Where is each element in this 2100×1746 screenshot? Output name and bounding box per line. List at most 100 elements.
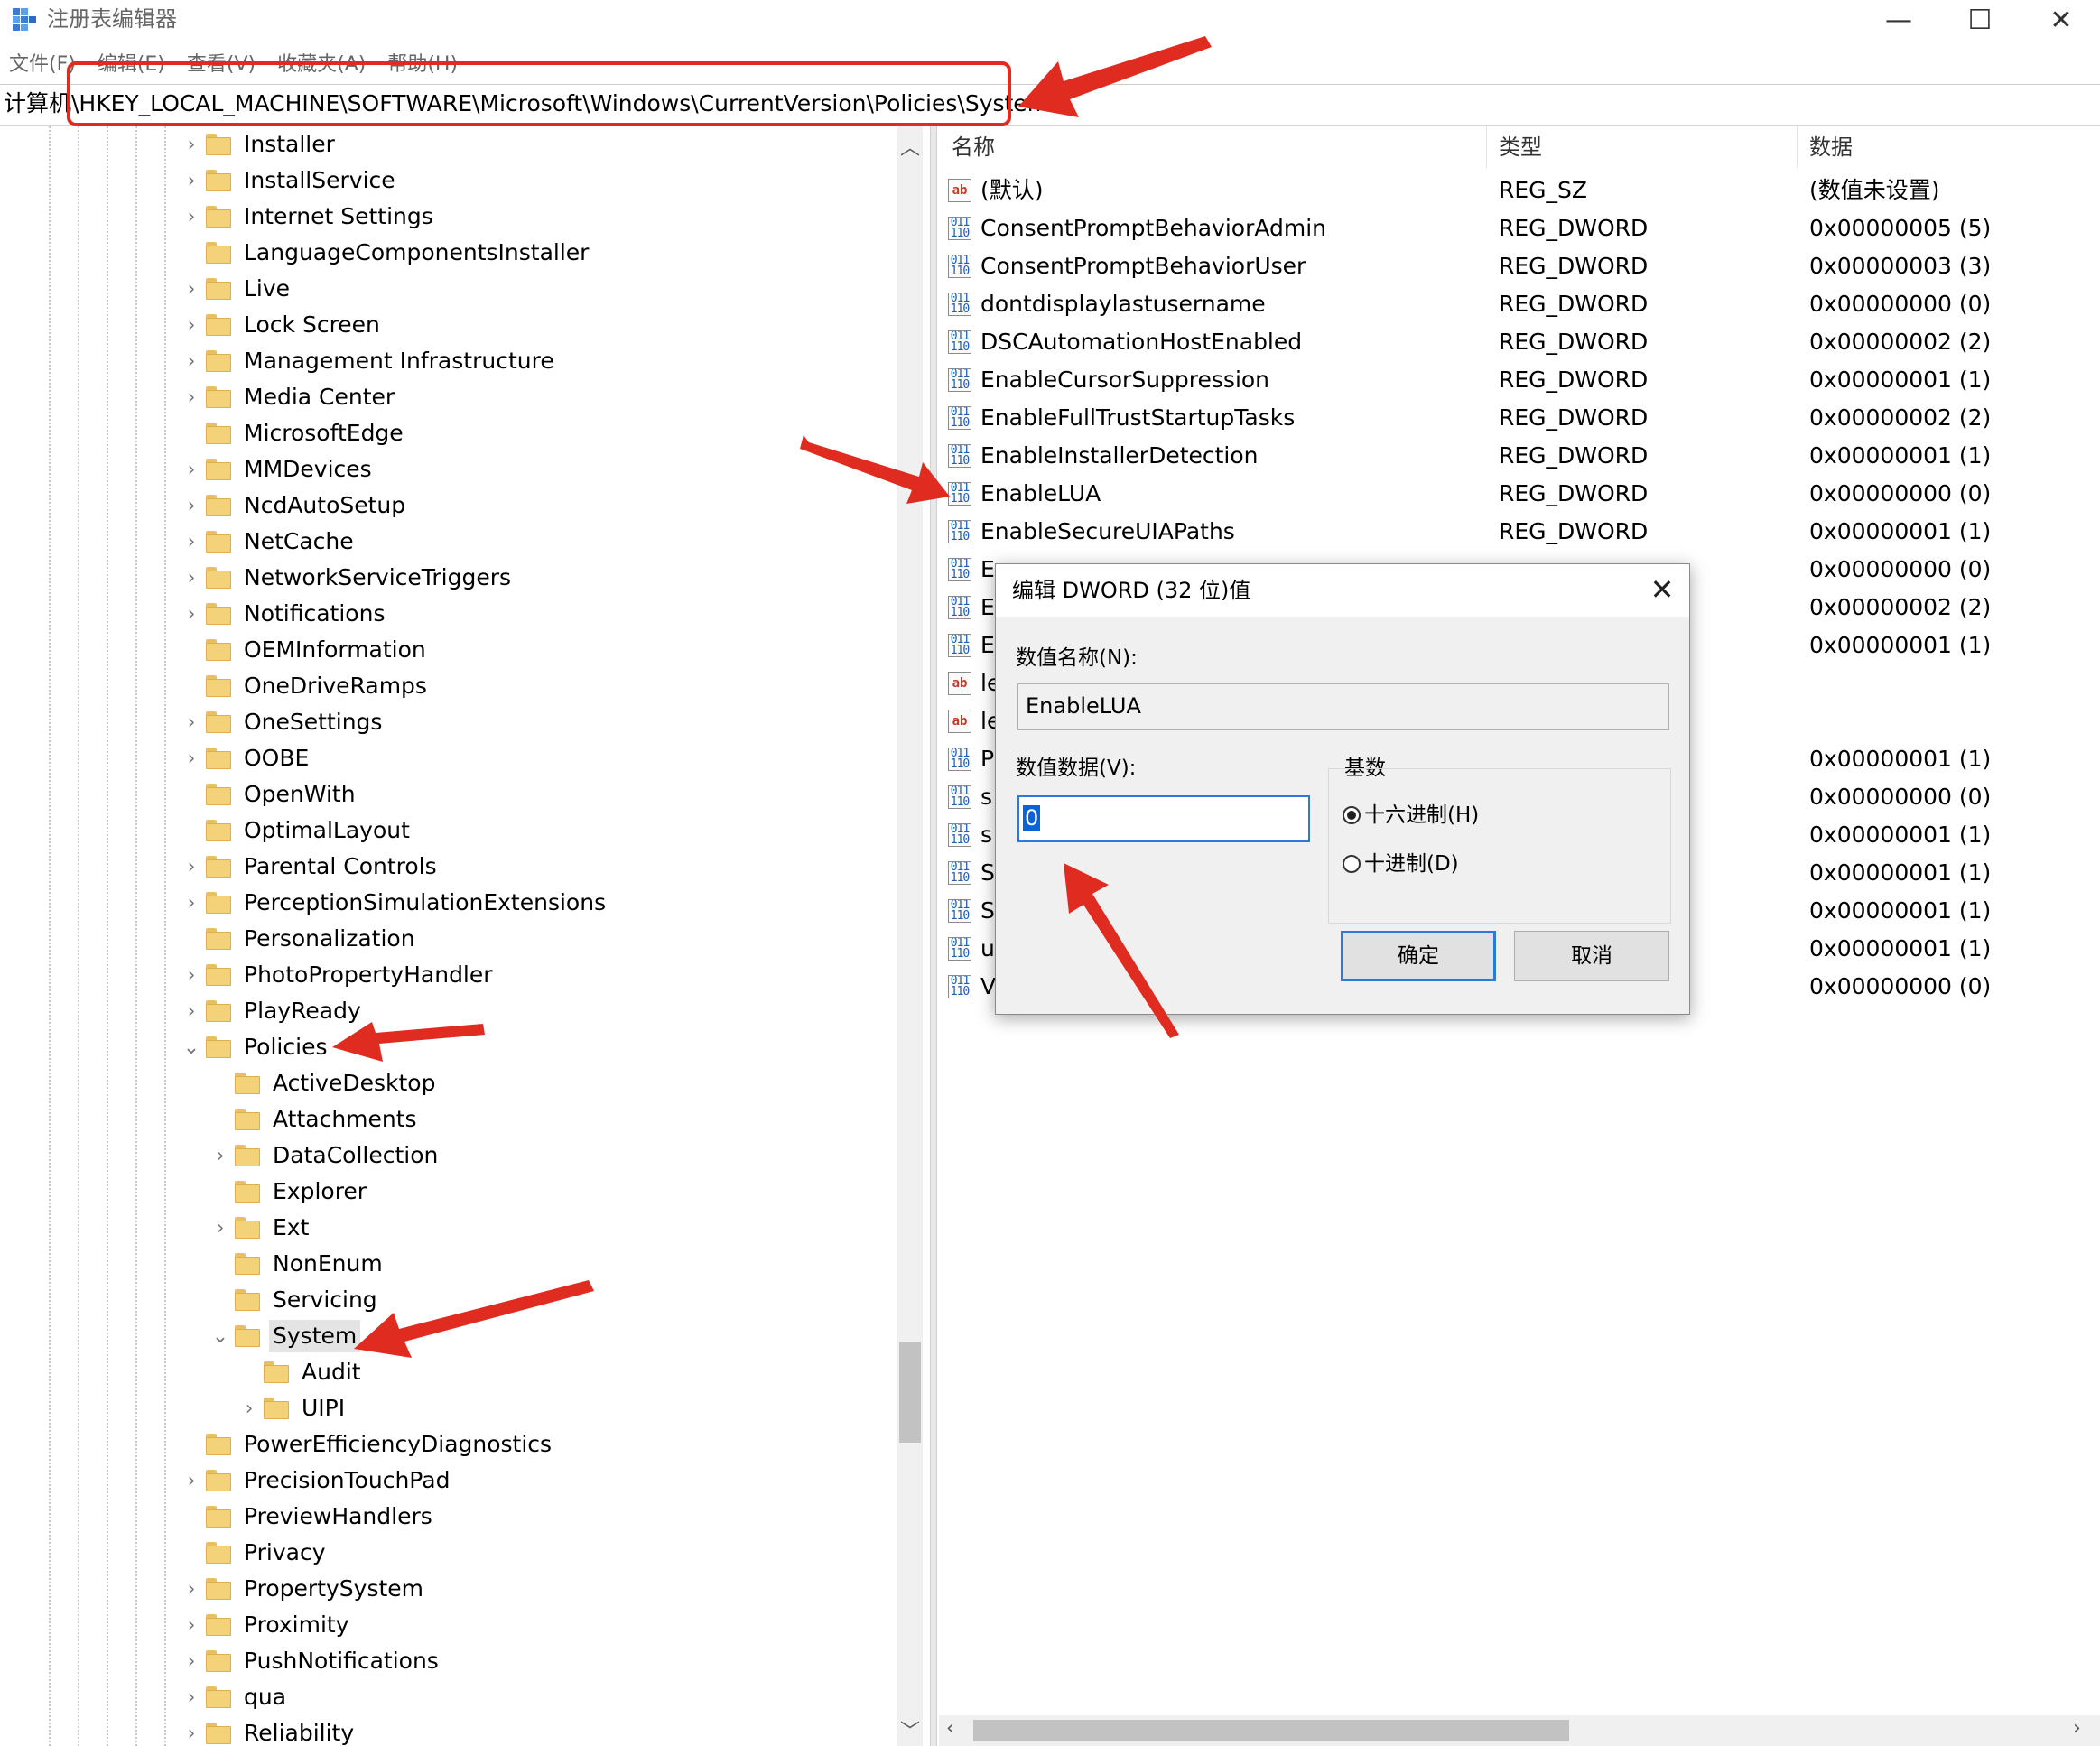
tree-item-label[interactable]: PerceptionSimulationExtensions (240, 887, 609, 919)
value-name[interactable]: S (980, 892, 995, 930)
value-row[interactable]: 011 110 EnableSecureUIAPaths REG_DWORD 0x00… (939, 513, 2100, 551)
tree-item[interactable]: › PrecisionTouchPad (181, 1463, 453, 1499)
radio-hex-label[interactable]: 十六进制(H) (1364, 801, 1479, 830)
tree-item[interactable]: Attachments (209, 1101, 421, 1138)
value-row[interactable]: 011 110 DSCAutomationHostEnabled REG_DWORD… (939, 323, 2100, 361)
tree-item-label[interactable]: Lock Screen (240, 309, 384, 341)
tree-vertical-scrollbar[interactable]: ︿ ﹀ (897, 126, 923, 1746)
radio-hex[interactable]: 十六进制(H) (1343, 801, 1479, 830)
tree-item-label[interactable]: Reliability (240, 1717, 358, 1746)
tree-item-label[interactable]: NcdAutoSetup (240, 489, 409, 522)
value-name[interactable]: E (980, 551, 995, 589)
tree-item[interactable]: › OOBE (181, 740, 312, 776)
tree-item-label[interactable]: Servicing (269, 1284, 381, 1316)
tree-item-label[interactable]: LanguageComponentsInstaller (240, 237, 592, 269)
tree-item-label[interactable]: Installer (240, 128, 339, 161)
chevron-right-icon[interactable]: › (181, 1463, 202, 1499)
radio-hex-indicator[interactable] (1343, 806, 1361, 824)
tree-item[interactable]: › Ext (209, 1210, 312, 1246)
value-row[interactable]: 011 110 EnableInstallerDetection REG_DWORD… (939, 437, 2100, 475)
tree-item[interactable]: OpenWith (181, 776, 359, 813)
tree-item-label[interactable]: System (269, 1320, 361, 1352)
chevron-right-icon[interactable]: › (181, 163, 202, 199)
tree-item-label[interactable]: Privacy (240, 1537, 330, 1569)
chevron-right-icon[interactable]: › (181, 1571, 202, 1607)
scroll-right-icon[interactable]: › (2073, 1717, 2081, 1740)
chevron-right-icon[interactable]: › (181, 1643, 202, 1679)
tree-item[interactable]: › Live (181, 271, 293, 307)
tree-scroll-thumb[interactable] (899, 1342, 921, 1443)
tree-item[interactable]: › Parental Controls (181, 849, 441, 885)
tree-item[interactable]: ActiveDesktop (209, 1065, 439, 1101)
tree-item-label[interactable]: InstallService (240, 164, 399, 197)
value-row[interactable]: 011 110 EnableFullTrustStartupTasks REG_DW… (939, 399, 2100, 437)
tree-item-label[interactable]: PowerEfficiencyDiagnostics (240, 1428, 555, 1461)
pane-splitter[interactable] (930, 126, 937, 1746)
chevron-right-icon[interactable]: › (181, 957, 202, 993)
tree-item[interactable]: › PushNotifications (181, 1643, 442, 1679)
column-header-data[interactable]: 数据 (1797, 126, 2100, 168)
tree-item-label[interactable]: NetCache (240, 525, 358, 558)
tree-item-label[interactable]: DataCollection (269, 1139, 441, 1172)
tree-item-label[interactable]: Management Infrastructure (240, 345, 558, 377)
tree-item-label[interactable]: OneDriveRamps (240, 670, 431, 702)
tree-item[interactable]: PowerEfficiencyDiagnostics (181, 1426, 555, 1463)
tree-item-label[interactable]: MMDevices (240, 453, 376, 486)
chevron-right-icon[interactable]: › (181, 885, 202, 921)
tree-item-label[interactable]: PhotoPropertyHandler (240, 959, 497, 991)
tree-item-label[interactable]: OEMInformation (240, 634, 430, 666)
chevron-right-icon[interactable]: › (181, 1715, 202, 1746)
tree-item[interactable]: › Lock Screen (181, 307, 384, 343)
value-name[interactable]: ConsentPromptBehaviorUser (980, 247, 1306, 285)
value-name[interactable]: DSCAutomationHostEnabled (980, 323, 1302, 361)
tree-item-label[interactable]: OptimalLayout (240, 814, 413, 847)
value-name[interactable]: ConsentPromptBehaviorAdmin (980, 209, 1326, 247)
tree-item[interactable]: › PerceptionSimulationExtensions (181, 885, 609, 921)
value-data-input[interactable]: 0 (1017, 795, 1310, 842)
value-row[interactable]: 011 110 ConsentPromptBehaviorUser REG_DWOR… (939, 247, 2100, 285)
value-row[interactable]: 011 110 dontdisplaylastusername REG_DWORD 0… (939, 285, 2100, 323)
tree-item-label[interactable]: NonEnum (269, 1248, 386, 1280)
value-name[interactable]: EnableSecureUIAPaths (980, 513, 1235, 551)
maximize-button[interactable]: ☐ (1939, 0, 2021, 40)
tree-item-label[interactable]: PrecisionTouchPad (240, 1464, 453, 1497)
tree-item-label[interactable]: UIPI (298, 1392, 348, 1425)
chevron-right-icon[interactable]: › (181, 379, 202, 415)
tree-item[interactable]: › PhotoPropertyHandler (181, 957, 497, 993)
chevron-right-icon[interactable]: › (181, 343, 202, 379)
tree-item[interactable]: › InstallService (181, 163, 399, 199)
tree-item[interactable]: NonEnum (209, 1246, 386, 1282)
chevron-right-icon[interactable]: › (181, 451, 202, 488)
value-name[interactable]: EnableInstallerDetection (980, 437, 1259, 475)
value-row[interactable]: ab (默认) REG_SZ (数值未设置) (939, 172, 2100, 209)
chevron-down-icon[interactable]: ⌄ (181, 1029, 202, 1065)
value-name[interactable]: s (980, 816, 992, 854)
tree-item-label[interactable]: PropertySystem (240, 1573, 427, 1605)
close-button[interactable]: ✕ (2021, 0, 2100, 40)
chevron-down-icon[interactable]: ⌄ (209, 1318, 231, 1354)
tree-item[interactable]: LanguageComponentsInstaller (181, 235, 592, 271)
tree-item-label[interactable]: MicrosoftEdge (240, 417, 407, 450)
value-name[interactable]: EnableCursorSuppression (980, 361, 1269, 399)
chevron-right-icon[interactable]: › (181, 307, 202, 343)
list-scroll-thumb[interactable] (973, 1720, 1569, 1741)
tree-item[interactable]: › NetCache (181, 524, 358, 560)
value-name[interactable]: s (980, 778, 992, 816)
value-name[interactable]: EnableFullTrustStartupTasks (980, 399, 1295, 437)
tree-item-label[interactable]: PreviewHandlers (240, 1500, 436, 1533)
value-name[interactable]: EnableLUA (980, 475, 1101, 513)
value-row[interactable]: 011 110 EnableCursorSuppression REG_DWORD 0… (939, 361, 2100, 399)
tree-item[interactable]: › PropertySystem (181, 1571, 427, 1607)
tree-item[interactable]: Personalization (181, 921, 419, 957)
tree-item-label[interactable]: Personalization (240, 923, 419, 955)
chevron-right-icon[interactable]: › (209, 1210, 231, 1246)
tree-item[interactable]: › Notifications (181, 596, 388, 632)
tree-item[interactable]: Privacy (181, 1535, 330, 1571)
tree-item[interactable]: ⌄ Policies (181, 1029, 330, 1065)
tree-item[interactable]: Explorer (209, 1174, 370, 1210)
tree-item[interactable]: › qua (181, 1679, 290, 1715)
tree-item-label[interactable]: Media Center (240, 381, 398, 413)
chevron-right-icon[interactable]: › (181, 488, 202, 524)
value-data-text[interactable]: 0 (1023, 805, 1041, 831)
chevron-right-icon[interactable]: › (181, 993, 202, 1029)
